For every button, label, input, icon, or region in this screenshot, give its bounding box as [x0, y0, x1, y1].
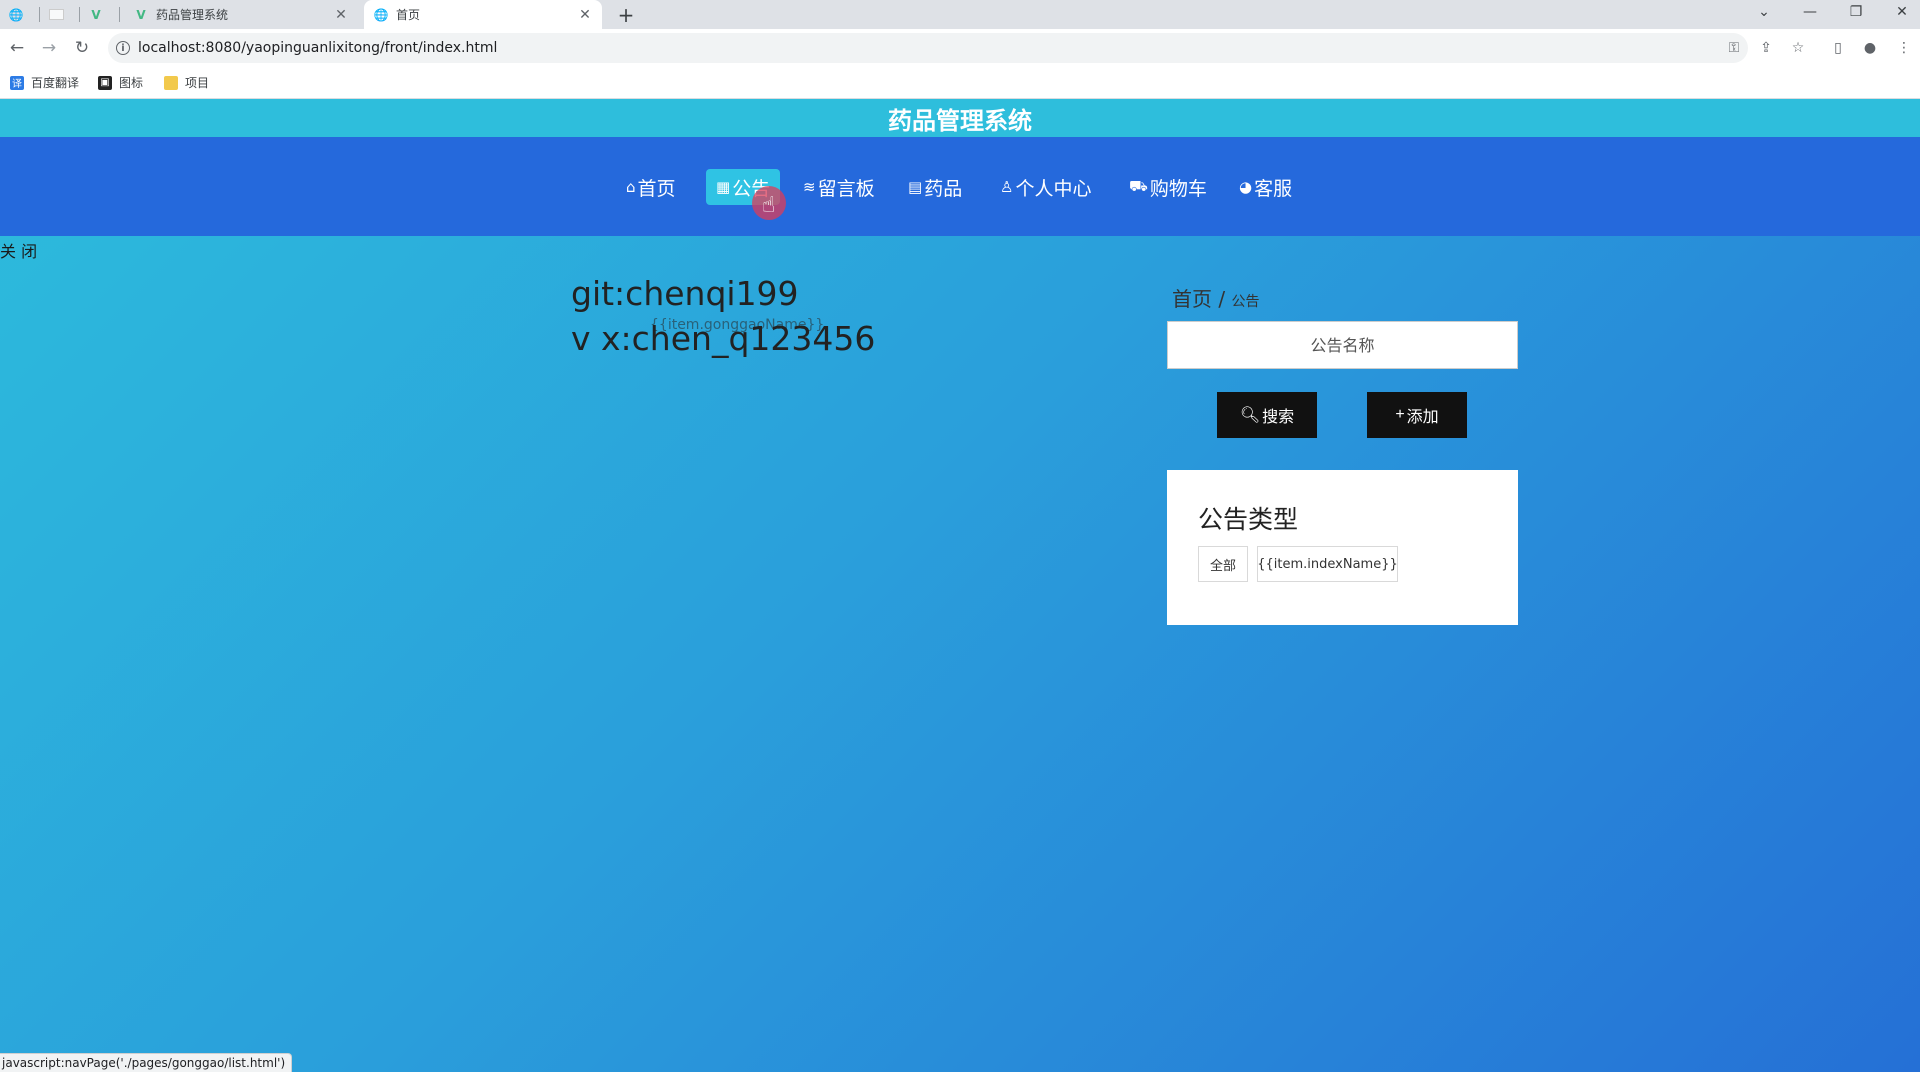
- key-icon[interactable]: ⚿: [1724, 38, 1744, 58]
- nav-label: 购物车: [1149, 177, 1207, 200]
- bookmark-tubiao[interactable]: ▣ 图标: [98, 74, 143, 91]
- back-icon[interactable]: ←: [6, 37, 28, 59]
- bookmarks-bar: 译 百度翻译 ▣ 图标 项目: [0, 67, 1920, 99]
- watermark-line: v x:chen_q123456: [571, 319, 876, 358]
- add-button-label: 添加: [1406, 409, 1439, 426]
- info-icon[interactable]: i: [116, 41, 130, 55]
- bookmark-label: 项目: [185, 76, 210, 90]
- tab-separator: [119, 7, 120, 22]
- cart-icon: ⛟: [1129, 177, 1148, 195]
- notice-type-title: 公告类型: [1198, 505, 1299, 534]
- add-button[interactable]: + 添加: [1367, 392, 1467, 438]
- folder-icon: [164, 75, 178, 90]
- user-icon: ♙: [1000, 178, 1014, 196]
- restore-button[interactable]: ❐: [1834, 0, 1878, 24]
- bookmark-xiangmu[interactable]: 项目: [164, 74, 209, 91]
- translate-icon: 译: [10, 75, 24, 90]
- tab-search-icon[interactable]: ⌄: [1742, 0, 1786, 24]
- browser-toolbar: ← → ↻ i localhost:8080/yaopinguanlixiton…: [0, 29, 1920, 67]
- notice-icon: ▦: [716, 178, 731, 196]
- nav-item-home[interactable]: ⌂ 首页: [626, 169, 676, 205]
- minimize-button[interactable]: —: [1788, 0, 1832, 24]
- nav-label: 客服: [1254, 177, 1293, 200]
- nav-item-medicine[interactable]: ▤ 药品: [908, 169, 962, 205]
- bookmark-baidu-fanyi[interactable]: 译 百度翻译: [10, 74, 79, 91]
- plus-icon: +: [1395, 406, 1405, 423]
- watermark-text: git:chenqi199 v x:chen_q123456: [571, 271, 875, 361]
- browser-tab-4[interactable]: V 药品管理系统 ✕: [124, 0, 358, 29]
- service-icon: ◕: [1239, 178, 1253, 196]
- blank-icon: [49, 9, 64, 20]
- home-icon: ⌂: [626, 178, 636, 196]
- message-icon: ≋: [803, 178, 816, 196]
- browser-tab-1[interactable]: 🌐: [0, 0, 32, 29]
- address-bar[interactable]: i localhost:8080/yaopinguanlixitong/fron…: [108, 33, 1748, 63]
- main-navbar: ⌂ 首页 ▦ 公告 ≋ 留言板 ▤ 药品 ♙ 个人中心 ⛟ 购物车 ◕ 客服 ☝: [0, 137, 1920, 236]
- share-icon[interactable]: ⇪: [1756, 38, 1776, 58]
- breadcrumb: 首页 / 公告: [1172, 283, 1259, 312]
- nav-item-message-board[interactable]: ≋ 留言板: [803, 169, 875, 205]
- browser-tab-5[interactable]: 🌐 首页 ✕: [364, 0, 602, 29]
- bookmark-label: 图标: [119, 76, 144, 90]
- close-tab-icon[interactable]: ✕: [332, 7, 350, 23]
- close-tab-icon[interactable]: ✕: [576, 7, 594, 23]
- bookmark-label: 百度翻译: [31, 76, 80, 90]
- nav-item-user-center[interactable]: ♙ 个人中心: [1000, 169, 1091, 205]
- globe-icon: 🌐: [8, 7, 24, 22]
- browser-tabstrip: 🌐 V V 药品管理系统 ✕ 🌐 首页 ✕ + ⌄ — ❐ ✕: [0, 0, 1920, 29]
- vue-icon: V: [91, 7, 101, 22]
- nav-label: 个人中心: [1015, 177, 1092, 200]
- close-window-button[interactable]: ✕: [1880, 0, 1920, 24]
- tab-title: 药品管理系统: [156, 8, 229, 22]
- page-viewport: 药品管理系统 ⌂ 首页 ▦ 公告 ≋ 留言板 ▤ 药品 ♙ 个人中心 ⛟ 购物车…: [0, 99, 1920, 1072]
- browser-tab-3[interactable]: V: [80, 0, 112, 29]
- medicine-icon: ▤: [908, 178, 923, 196]
- search-button-label: 搜索: [1262, 409, 1295, 426]
- menu-icon[interactable]: ⋮: [1894, 38, 1914, 58]
- status-bar-url: javascript:navPage('./pages/gonggao/list…: [0, 1053, 293, 1072]
- tag-template[interactable]: {{item.indexName}}: [1257, 546, 1398, 582]
- vue-icon: V: [136, 7, 146, 22]
- notice-type-card: 公告类型 全部 {{item.indexName}}: [1167, 470, 1518, 625]
- site-title: 药品管理系统: [0, 99, 1920, 137]
- nav-item-service[interactable]: ◕ 客服: [1239, 169, 1292, 205]
- new-tab-button[interactable]: +: [614, 0, 638, 29]
- nav-label: 首页: [637, 177, 676, 200]
- tab-title: 首页: [396, 8, 421, 22]
- profile-icon[interactable]: ●: [1860, 38, 1880, 58]
- reload-icon[interactable]: ↻: [71, 37, 93, 59]
- hand-cursor-icon: ☝: [762, 193, 776, 218]
- globe-icon: 🌐: [373, 7, 389, 22]
- nav-label: 留言板: [817, 177, 875, 200]
- star-icon[interactable]: ☆: [1788, 38, 1808, 58]
- watermark-line: git:chenqi199: [571, 274, 799, 313]
- search-button[interactable]: 🔍︎ 搜索: [1217, 392, 1317, 438]
- nav-item-cart[interactable]: ⛟ 购物车: [1129, 169, 1207, 205]
- forward-icon[interactable]: →: [38, 37, 60, 59]
- close-link[interactable]: 关 闭: [0, 238, 37, 262]
- search-icon: 🔍︎: [1239, 407, 1261, 424]
- nav-label: 药品: [924, 177, 963, 200]
- notice-name-search-input[interactable]: [1167, 321, 1518, 369]
- breadcrumb-current: 公告: [1231, 294, 1260, 310]
- tag-all[interactable]: 全部: [1198, 546, 1248, 582]
- image-icon: ▣: [98, 75, 112, 90]
- side-panel-icon[interactable]: ▯: [1828, 38, 1848, 58]
- breadcrumb-separator: /: [1218, 287, 1226, 311]
- url-text: localhost:8080/yaopinguanlixitong/front/…: [138, 40, 498, 56]
- breadcrumb-home[interactable]: 首页: [1172, 287, 1212, 311]
- browser-tab-2[interactable]: [40, 0, 72, 29]
